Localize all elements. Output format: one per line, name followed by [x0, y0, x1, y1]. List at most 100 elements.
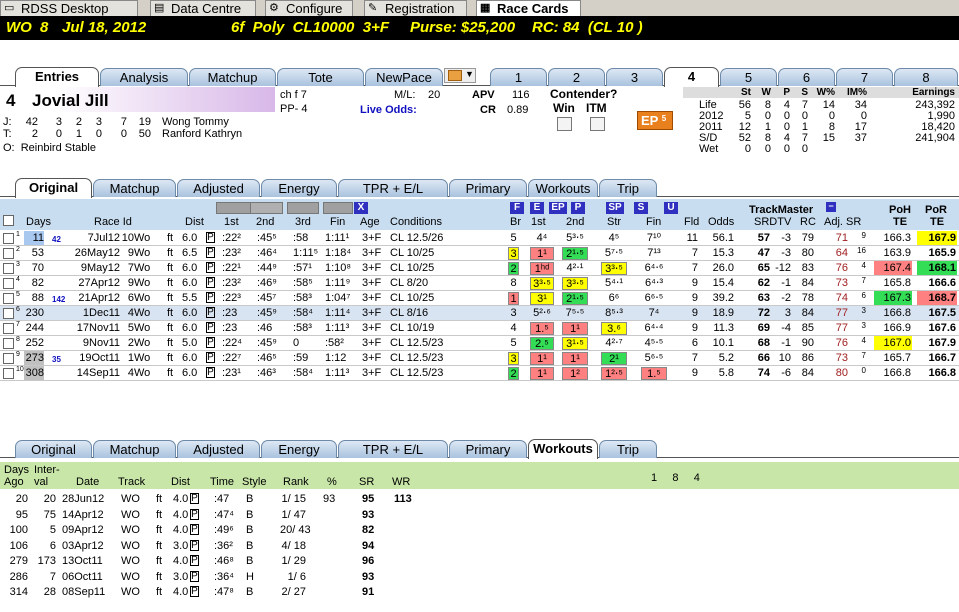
- pp-tab-original[interactable]: Original: [15, 178, 92, 198]
- pp-row[interactable]: 8 252 9Nov11 2 Wo ft 5.0 P:22⁴:45⁹ 0:58² 3+F CL 12…: [0, 336, 959, 351]
- cr-label: CR: [480, 104, 496, 116]
- tab-rdss-desktop[interactable]: ▭ RDSS Desktop: [0, 0, 138, 16]
- call-position: 6⁴⋅⁴: [644, 322, 664, 334]
- win-checkbox[interactable]: [557, 117, 572, 131]
- pp-tab-tpr[interactable]: TPR + E/L: [338, 179, 448, 197]
- field-size: 11: [686, 232, 698, 244]
- pp-tab-trip[interactable]: Trip: [599, 179, 657, 197]
- pp-row[interactable]: 7 244 17Nov11 5 Wo ft 6.0 P:23:46:58³ 1:11³ 3+F CL…: [0, 321, 959, 336]
- row-number: 4: [16, 276, 20, 283]
- row-checkbox[interactable]: [3, 368, 14, 379]
- distance: 6.0: [182, 307, 198, 319]
- workout-row[interactable]: 100 5 09Apr12 WO ft 4.0 P:49⁶ B 20/ 43 82: [0, 523, 959, 538]
- wk-time: :36⁴: [214, 570, 235, 583]
- workout-row[interactable]: 95 75 14Apr12 WO ft 4.0 P:47⁴ B 1/ 47 93: [0, 508, 959, 523]
- tab-entries[interactable]: Entries: [15, 67, 99, 87]
- pp-row[interactable]: 3 70 9May12 7 Wo ft 6.0 P:22¹:44⁹:57¹ 1:10⁸ 3+F CL…: [0, 261, 959, 276]
- row-checkbox[interactable]: [3, 338, 14, 349]
- row-checkbox[interactable]: [3, 323, 14, 334]
- row-checkbox[interactable]: [3, 293, 14, 304]
- row-checkbox[interactable]: [3, 248, 14, 259]
- pace-dropdown[interactable]: ▼: [444, 68, 476, 83]
- tab-registration[interactable]: ✎ Registration: [364, 0, 467, 16]
- tab-tote[interactable]: Tote: [277, 68, 364, 86]
- pp-row[interactable]: 4 82 27Apr12 9 Wo ft 6.0 P:23²:46⁹:58⁵ 1:11⁹ 3+F C…: [0, 276, 959, 291]
- conditions: CL 12.5/23: [390, 337, 444, 349]
- filter-p-button[interactable]: P: [571, 202, 585, 214]
- horse-tab-1[interactable]: 1: [490, 68, 547, 86]
- filter-ep-button[interactable]: EP: [549, 202, 567, 214]
- tab-data-centre[interactable]: ▤ Data Centre: [150, 0, 256, 16]
- poh-te: 167.3: [874, 291, 912, 305]
- dtv: -6: [781, 367, 791, 379]
- filter-u-button[interactable]: U: [664, 202, 678, 214]
- pp-tab-adjusted[interactable]: Adjusted: [177, 179, 260, 197]
- row-checkbox[interactable]: [3, 278, 14, 289]
- race-track: Wo: [134, 262, 151, 274]
- wk-dist-header: Dist: [171, 476, 190, 488]
- row-checkbox[interactable]: [3, 263, 14, 274]
- wk-tab-workouts[interactable]: Workouts: [528, 439, 598, 459]
- fraction-3: :58³: [293, 322, 312, 334]
- wk-days-header: Days Ago: [4, 464, 30, 488]
- select-all-checkbox[interactable]: [3, 215, 14, 226]
- wk-tab-trip[interactable]: Trip: [599, 440, 657, 458]
- wk-tab-original[interactable]: Original: [15, 440, 92, 458]
- call-position: 4²⋅¹: [566, 262, 584, 274]
- wk-tab-matchup[interactable]: Matchup: [93, 440, 176, 458]
- x-button[interactable]: X: [354, 202, 368, 214]
- horse-tab-7[interactable]: 7: [836, 68, 893, 86]
- workout-row[interactable]: 106 6 03Apr12 WO ft 3.0 P:36² B 4/ 18 94: [0, 539, 959, 554]
- filter-sp-button[interactable]: SP: [606, 202, 624, 214]
- workout-row[interactable]: 279 173 13Oct11 WO ft 4.0 P:46⁸ B 1/ 29 96: [0, 554, 959, 569]
- horse-tab-3[interactable]: 3: [606, 68, 663, 86]
- workout-row[interactable]: 20 20 28Jun12 WO ft 4.0 P:47 B 1/ 15 93 95 113: [0, 492, 959, 507]
- horse-tab-5[interactable]: 5: [720, 68, 777, 86]
- entries-tab-bar: Entries Analysis Matchup Tote NewPace ▼ …: [0, 67, 959, 87]
- wk-tab-adjusted[interactable]: Adjusted: [177, 440, 260, 458]
- wk-tab-primary[interactable]: Primary: [449, 440, 527, 458]
- pp-row[interactable]: 5 88 142 21Apr12 6 Wo ft 5.5 P:22³:45⁷:58³ 1:04⁷ 3…: [0, 291, 959, 306]
- sort-bar[interactable]: [323, 202, 353, 214]
- workout-row[interactable]: 286 7 06Oct11 WO ft 3.0 P:36⁴ H 1/ 6 93: [0, 570, 959, 585]
- tab-newpace[interactable]: NewPace: [365, 68, 443, 86]
- horse-tab-6[interactable]: 6: [778, 68, 835, 86]
- tab-race-cards[interactable]: ▦ Race Cards: [476, 0, 581, 17]
- collapse-icon[interactable]: −: [826, 202, 836, 212]
- sort-bar[interactable]: [287, 202, 319, 214]
- pp-tab-workouts[interactable]: Workouts: [528, 179, 598, 197]
- horse-tab-8[interactable]: 8: [894, 68, 958, 86]
- wk-tab-tpr[interactable]: TPR + E/L: [338, 440, 448, 458]
- distance: 5.0: [182, 337, 198, 349]
- tab-configure[interactable]: ⚙ Configure: [265, 0, 353, 16]
- row-checkbox[interactable]: [3, 353, 14, 364]
- poh-header: PoH: [889, 204, 911, 216]
- horse-tab-2[interactable]: 2: [548, 68, 605, 86]
- pp-row[interactable]: 1 11 42 7Jul12 10 Wo ft 6.0 P:22²:45⁵:58 1:11¹ 3+F…: [0, 231, 959, 246]
- filter-f-button[interactable]: F: [510, 202, 524, 214]
- tab-matchup[interactable]: Matchup: [189, 68, 276, 86]
- age: 3+F: [362, 277, 382, 289]
- workout-row[interactable]: 314 28 08Sep11 WO ft 4.0 P:47⁸ B 2/ 27 91: [0, 585, 959, 600]
- tab-analysis[interactable]: Analysis: [100, 68, 188, 86]
- pp-row[interactable]: 9 273 35 19Oct11 1 Wo ft 6.0 P:22⁷:46⁵:59 1:12 3+F…: [0, 351, 959, 366]
- wk-tab-energy[interactable]: Energy: [261, 440, 337, 458]
- filter-e-button[interactable]: E: [530, 202, 544, 214]
- horse-tab-4[interactable]: 4: [664, 67, 719, 87]
- wk-interval: 5: [49, 524, 56, 536]
- pp-row[interactable]: 6 230 1Dec11 4 Wo ft 6.0 P:23:45⁹:58⁴ 1:11⁴ 3+F CL…: [0, 306, 959, 321]
- row-checkbox[interactable]: [3, 233, 14, 244]
- wk-time: :47⁸: [214, 586, 234, 598]
- field-size: 7: [691, 247, 698, 259]
- pp-row[interactable]: 2 53 26May12 9 Wo ft 6.5 P:23²:46⁴ 1:11⁵ 1:18⁴ 3+F…: [0, 246, 959, 261]
- pp-row[interactable]: 10 308 14Sep11 4 Wo ft 6.0 P:23¹:46³:58⁴ 1:11³ 3+…: [0, 366, 959, 381]
- filter-s-button[interactable]: S: [634, 202, 648, 214]
- pp-tab-matchup[interactable]: Matchup: [93, 179, 176, 197]
- pp-tab-primary[interactable]: Primary: [449, 179, 527, 197]
- itm-checkbox[interactable]: [590, 117, 605, 131]
- row-checkbox[interactable]: [3, 308, 14, 319]
- por-te: 168.7: [917, 291, 957, 305]
- pp-tab-energy[interactable]: Energy: [261, 179, 337, 197]
- sort-bar[interactable]: [250, 202, 283, 214]
- trainer-stat: 0: [55, 128, 62, 140]
